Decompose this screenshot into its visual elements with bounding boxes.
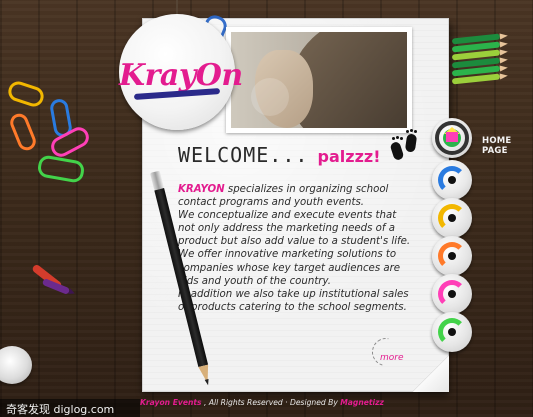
nav-dot-2-button[interactable]	[432, 198, 472, 238]
nav-dot-5-center	[448, 328, 456, 336]
intro-text: KRAYON specializes in organizing school …	[178, 183, 418, 314]
intro-line-1: KRAYON specializes in organizing school	[178, 183, 418, 196]
nav-dot-4-button[interactable]	[432, 274, 472, 314]
footer-designer[interactable]: Magnetizz	[340, 398, 384, 407]
intro-line-10: of products catering to the school segme…	[178, 301, 407, 313]
toe-4	[406, 130, 409, 133]
footprint-left-icon	[389, 140, 405, 162]
hero-photo	[226, 27, 412, 133]
footprint-right-icon	[404, 133, 418, 153]
footer-designed-by: Designed By	[289, 398, 338, 407]
welcome-title: WELCOME...	[178, 143, 309, 167]
watermark-text: 奇客发现 diglog.com	[6, 403, 115, 416]
side-navigation: HOME PAGE	[432, 118, 533, 358]
intro-line-4: not only address the marketing needs of …	[178, 223, 395, 235]
intro-line-7: companies whose key target audiences are	[178, 262, 401, 274]
more-link[interactable]: more	[366, 332, 432, 372]
nav-home-button[interactable]	[432, 118, 472, 158]
footer: Krayon Events , All Rights Reserved · De…	[140, 398, 430, 412]
intro-line-2: contact programs and youth events.	[178, 197, 364, 209]
home-house-icon	[446, 132, 458, 142]
nav-dot-5-button[interactable]	[432, 312, 472, 352]
colored-pencils-icon	[451, 33, 522, 89]
toe-6	[414, 130, 417, 133]
hero-photo-highlight	[251, 78, 289, 116]
intro-line-1-rest: specializes in organizing school	[227, 184, 389, 195]
nav-dot-1-button[interactable]	[432, 160, 472, 200]
nav-dot-2-center	[448, 214, 456, 222]
intro-line-8: kids and youth of the country.	[178, 275, 331, 287]
footprints-icon	[384, 129, 424, 166]
nav-dot-3-center	[448, 252, 456, 260]
toe-1	[392, 137, 395, 140]
toe-5	[410, 129, 413, 132]
footer-brand[interactable]: Krayon Events	[140, 398, 202, 407]
more-label: more	[380, 353, 404, 363]
nav-dot-1-center	[448, 176, 456, 184]
logo-badge[interactable]: KrayOn	[119, 14, 243, 130]
intro-line-6: We offer innovative marketing solutions …	[178, 249, 397, 261]
footer-rights: , All Rights Reserved	[204, 398, 283, 407]
intro-line-3: We conceptualize and execute events that	[178, 210, 397, 222]
watermark: 奇客发现 diglog.com	[0, 399, 140, 417]
intro-line-5: product but also add value to a student'…	[178, 236, 411, 248]
toe-2	[396, 136, 399, 139]
nav-home-label[interactable]: HOME PAGE	[482, 136, 533, 156]
intro-brand-word: KRAYON	[178, 184, 225, 195]
welcome-suffix: palzzz!	[317, 147, 381, 166]
welcome-heading: WELCOME... palzzz!	[178, 143, 408, 171]
nav-dot-3-button[interactable]	[432, 236, 472, 276]
more-arrow-icon	[366, 332, 406, 372]
intro-line-9: In addition we also take up institutiona…	[178, 288, 409, 300]
nav-dot-4-center	[448, 290, 456, 298]
toe-3	[400, 137, 403, 140]
